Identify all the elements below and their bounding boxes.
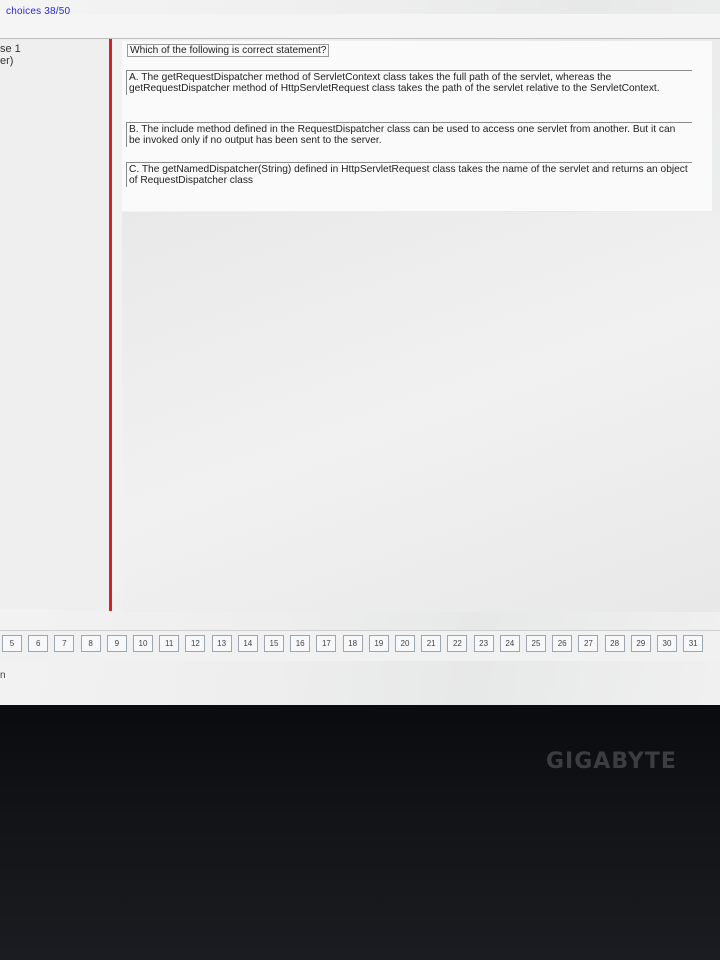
question-nav-button[interactable]: 23 bbox=[473, 635, 494, 652]
question-nav-button[interactable]: 7 bbox=[54, 635, 75, 652]
question-nav-button[interactable]: 11 bbox=[159, 635, 180, 652]
sidebar-label-1: se 1 bbox=[0, 43, 21, 55]
question-nav-button[interactable]: 29 bbox=[630, 635, 651, 652]
question-nav-button[interactable]: 9 bbox=[106, 635, 127, 652]
question-nav-button[interactable]: 20 bbox=[395, 635, 415, 652]
sidebar-label-2: er) bbox=[0, 55, 14, 67]
question-nav-button[interactable]: 22 bbox=[447, 635, 468, 652]
question-nav-button[interactable]: 25 bbox=[526, 635, 546, 652]
question-nav-button[interactable]: 13 bbox=[211, 635, 232, 652]
question-nav-button[interactable]: 6 bbox=[28, 635, 49, 652]
question-nav-button[interactable]: 24 bbox=[499, 635, 520, 652]
question-nav-button[interactable]: 8 bbox=[80, 635, 101, 652]
option-a[interactable]: A. The getRequestDispatcher method of Se… bbox=[126, 70, 692, 95]
sidebar: se 1 er) bbox=[0, 39, 110, 609]
option-b[interactable]: B. The include method defined in the Req… bbox=[126, 122, 692, 147]
monitor-brand-logo: GIGABYTE bbox=[546, 749, 677, 774]
question-nav-button[interactable]: 30 bbox=[657, 635, 677, 652]
option-c[interactable]: C. The getNamedDispatcher(String) define… bbox=[126, 162, 692, 187]
question-nav-button[interactable]: 27 bbox=[578, 635, 599, 652]
question-nav-button[interactable]: 19 bbox=[368, 635, 389, 652]
question-nav-button[interactable]: 14 bbox=[237, 635, 258, 652]
choices-counter: choices 38/50 bbox=[6, 6, 71, 17]
question-nav-button[interactable]: 31 bbox=[683, 635, 704, 652]
question-nav-button[interactable]: 17 bbox=[316, 635, 337, 652]
question-nav-button[interactable]: 12 bbox=[185, 635, 206, 652]
question-nav-button[interactable]: 10 bbox=[133, 635, 153, 652]
question-navigator: 5 6 7 8 9 10 11 12 13 14 15 16 17 18 19 20 21 22 23 24 25 26 2… bbox=[0, 630, 720, 661]
monitor-bezel bbox=[0, 705, 720, 960]
question-nav-button[interactable]: 16 bbox=[290, 635, 311, 652]
question-text: Which of the following is correct statem… bbox=[127, 44, 330, 57]
question-nav-button[interactable]: 18 bbox=[342, 635, 363, 652]
question-panel: Which of the following is correct statem… bbox=[122, 41, 712, 211]
question-nav-button[interactable]: 28 bbox=[604, 635, 625, 652]
below-text: n bbox=[0, 670, 6, 681]
content-area bbox=[122, 212, 720, 612]
question-nav-button[interactable]: 26 bbox=[552, 635, 573, 652]
divider-red bbox=[109, 39, 112, 611]
question-nav-button[interactable]: 21 bbox=[421, 635, 442, 652]
top-bar bbox=[0, 14, 720, 39]
question-nav-button[interactable]: 5 bbox=[2, 635, 22, 652]
question-nav-button[interactable]: 15 bbox=[264, 635, 284, 652]
